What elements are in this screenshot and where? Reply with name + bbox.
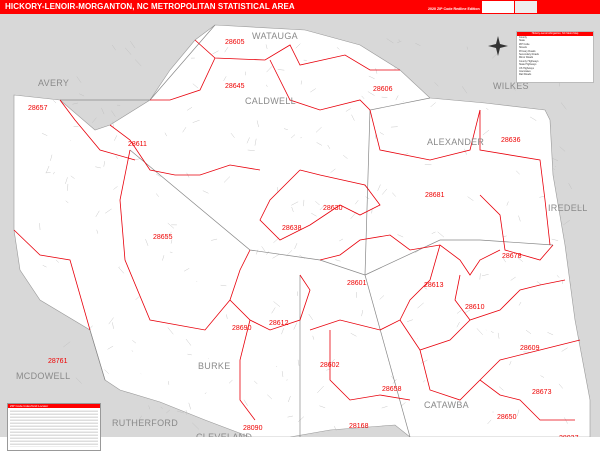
zip-label: 28636 [501,137,521,144]
zip-label: 28610 [465,304,485,311]
county-label: CATAWBA [424,400,469,410]
zip-index-rows [10,409,98,447]
county-label: AVERY [38,78,69,88]
street [149,405,150,409]
street [192,423,199,430]
map-svg: WATAUGAAVERYCALDWELLWILKESALEXANDERIREDE… [0,14,600,437]
street [101,108,104,114]
county-label: CLEVELAND [196,432,252,437]
zip-label: 28678 [502,253,522,260]
street [161,407,163,408]
street [76,378,82,384]
street [387,39,394,43]
zip-label: 28602 [320,362,340,369]
street [397,41,401,43]
zip-index-title: ZIP Code Index/Grid Locator [8,404,100,408]
compass-rose-icon [488,36,508,56]
zip-label: 28613 [424,282,444,289]
zip-label: 28168 [349,423,369,430]
zip-label: 28761 [48,358,68,365]
county-label: MCDOWELL [16,371,70,381]
zip-label: 28657 [28,105,48,112]
zip-label: 28650 [497,414,517,421]
zip-index-table: ZIP Code Index/Grid Locator [7,403,101,451]
street [79,94,84,96]
zip-label: 28630 [323,205,343,212]
street [72,103,78,104]
county-label: IREDELL [548,203,588,213]
title-bar: HICKORY-LENOIR-MORGANTON, NC METROPOLITA… [0,0,600,14]
zip-label: 28681 [425,192,445,199]
county-label: CALDWELL [245,96,296,106]
street [77,76,81,82]
zip-label: 28645 [225,83,245,90]
map-canvas[interactable]: WATAUGAAVERYCALDWELLWILKESALEXANDERIREDE… [0,14,600,437]
street [415,43,420,45]
zip-label: 28609 [520,345,540,352]
zip-label: 28606 [373,86,393,93]
street [112,45,115,50]
street [111,111,115,117]
street [462,86,467,93]
street [553,158,558,160]
street [569,183,572,189]
zip-label: 28611 [128,141,147,148]
county-label: WATAUGA [252,31,298,41]
zip-label: 28658 [382,386,402,393]
publisher-badge [515,1,537,13]
street [563,220,570,225]
street [560,147,565,152]
street [561,103,566,110]
zip-label: 28601 [347,280,367,287]
street [92,118,96,123]
zip-label: 28673 [532,389,552,396]
zip-label: 28690 [232,325,252,332]
zip-label: 28638 [282,225,302,232]
zip-label: 28655 [153,234,173,241]
street [166,410,170,413]
county-label: RUTHERFORD [112,418,178,428]
street [135,60,141,67]
street [435,82,439,86]
county-label: ALEXANDER [427,137,484,147]
edition-label: 2020 ZIP Code Redline Edition [428,7,480,11]
map-title: HICKORY-LENOIR-MORGANTON, NC METROPOLITA… [5,2,295,11]
street [130,41,135,48]
legend-item: Rail Roads [517,73,593,76]
zip-label: 28090 [243,425,263,432]
county-label: BURKE [198,361,231,371]
map-legend: Hickory-Lenoir-Morganton, NC Metro Map C… [516,31,594,83]
street [125,48,131,55]
street [63,342,70,347]
zip-label: 28612 [269,320,289,327]
zip-label: 28605 [225,39,245,46]
logo [482,1,514,13]
